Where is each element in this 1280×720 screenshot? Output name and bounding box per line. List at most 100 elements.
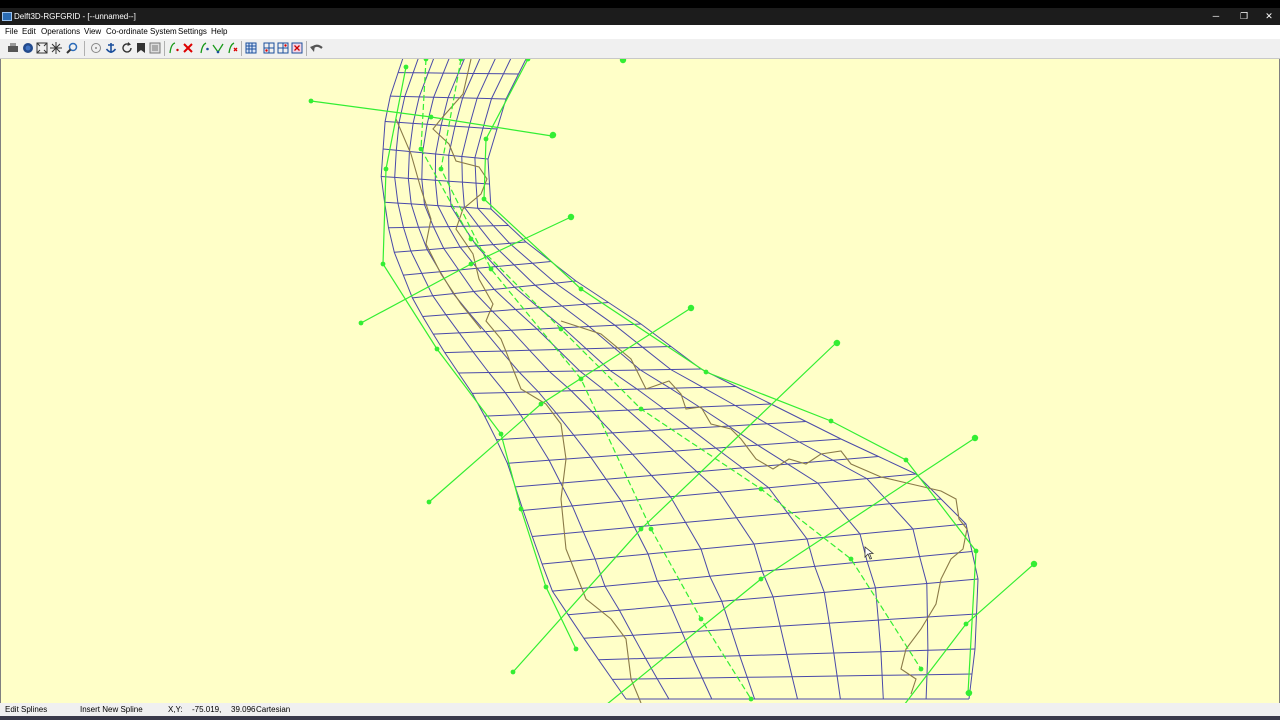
menu-coordinate-system[interactable]: Co-ordinate System (106, 27, 177, 36)
land-boundary-line (560, 320, 968, 695)
grid-line-transverse (583, 613, 977, 639)
spline-node (748, 696, 754, 702)
grid-line-transverse (598, 648, 976, 661)
spline-node (483, 136, 489, 142)
spline-node (828, 418, 834, 424)
delete-spline-icon[interactable] (182, 42, 194, 54)
spline-endpoint (833, 339, 841, 347)
menu-file[interactable]: File (5, 27, 18, 36)
minimize-button[interactable]: ─ (1202, 10, 1230, 23)
menu-help[interactable]: Help (211, 27, 227, 36)
status-coord-system: Cartesian (256, 705, 291, 714)
spline-endpoint (687, 304, 695, 312)
new-spline-icon[interactable] (168, 42, 180, 54)
spline-node (758, 486, 764, 492)
spline-node (434, 346, 440, 352)
grid-line-transverse (472, 386, 737, 394)
window-title: Delft3D-RGFGRID - [--unnamed--] (14, 12, 136, 21)
spline-node (638, 526, 644, 532)
drawing-canvas[interactable] (0, 48, 1280, 712)
grid-line-transverse (532, 498, 942, 537)
grid-refine-icon[interactable] (263, 42, 275, 54)
spline-node (438, 166, 444, 172)
spline-node (573, 646, 579, 652)
spline-node (498, 431, 504, 437)
spline-line (382, 66, 577, 650)
spline-node (758, 576, 764, 582)
spline-node (418, 146, 424, 152)
spline-node (308, 98, 314, 104)
grid-plot[interactable] (1, 48, 1279, 712)
spline-node (973, 548, 979, 554)
grid-line-transverse (484, 403, 772, 417)
taskbar (0, 716, 1280, 720)
spline-node (380, 261, 386, 267)
spline-node (426, 499, 432, 505)
spline-endpoint (971, 434, 979, 442)
spline-node (848, 556, 854, 562)
grid-line-transverse (433, 323, 642, 335)
spline-insert-icon[interactable] (226, 42, 238, 54)
grid-line-transverse (422, 302, 609, 317)
spline-node (423, 56, 429, 62)
bookmark-icon[interactable] (135, 42, 147, 54)
menu-view[interactable]: View (84, 27, 101, 36)
grid-line-transverse (496, 421, 807, 441)
spline-node (458, 56, 464, 62)
spline-node (578, 376, 584, 382)
status-mode: Edit Splines (5, 705, 48, 714)
print-icon[interactable] (7, 42, 19, 54)
grid-line-longitudinal (448, 48, 841, 700)
spline-node (578, 286, 584, 292)
spline-line (420, 58, 922, 670)
zoom-extent-icon[interactable] (36, 42, 48, 54)
spline-node (468, 236, 474, 242)
spline-endpoint (965, 689, 973, 697)
landboundary-icon[interactable] (90, 42, 102, 54)
spline-node (648, 526, 654, 532)
spline-node (903, 457, 909, 463)
status-x-value: -75.019, (192, 705, 222, 714)
spline-node (488, 266, 494, 272)
grid-select-icon[interactable] (277, 42, 289, 54)
spline-point-icon[interactable] (198, 42, 210, 54)
menu-edit[interactable]: Edit (22, 27, 36, 36)
curvilinear-grid (380, 48, 979, 700)
spline-move-icon[interactable] (212, 42, 224, 54)
grid-line-transverse (568, 578, 979, 616)
status-y-value: 39.096 (231, 705, 256, 714)
close-button[interactable]: ✕ (1258, 10, 1280, 23)
spline-node (638, 406, 644, 412)
spline-node (518, 506, 524, 512)
zoom-icon[interactable] (66, 42, 78, 54)
grid-icon[interactable] (245, 42, 257, 54)
grid-line-longitudinal (487, 48, 979, 700)
spline-node (558, 326, 564, 332)
title-bar: Delft3D-RGFGRID - [--unnamed--] ─ ❐ ✕ (0, 8, 1280, 25)
spline-endpoint (1030, 560, 1038, 568)
spline-node (510, 669, 516, 675)
restore-button[interactable]: ❐ (1230, 10, 1258, 23)
grid-line-transverse (412, 280, 577, 299)
spline-node (403, 64, 409, 70)
refresh-icon[interactable] (121, 42, 133, 54)
list-icon[interactable] (149, 42, 161, 54)
toolbar-separator (306, 41, 307, 56)
anchor-icon[interactable] (105, 42, 117, 54)
spline-line (428, 307, 692, 503)
grid-delete-icon[interactable] (291, 42, 303, 54)
spline-node (703, 369, 709, 375)
globe-icon[interactable] (22, 42, 34, 54)
spline-endpoint (619, 56, 627, 64)
spline-endpoint (567, 213, 575, 221)
pan-icon[interactable] (50, 42, 62, 54)
undo-icon[interactable] (310, 42, 324, 54)
spline-node (383, 166, 389, 172)
menu-operations[interactable]: Operations (41, 27, 80, 36)
spline-node (358, 320, 364, 326)
menu-settings[interactable]: Settings (178, 27, 207, 36)
spline-node (481, 196, 487, 202)
splines (308, 56, 1038, 712)
toolbar-separator (84, 41, 85, 56)
spline-node (918, 666, 924, 672)
